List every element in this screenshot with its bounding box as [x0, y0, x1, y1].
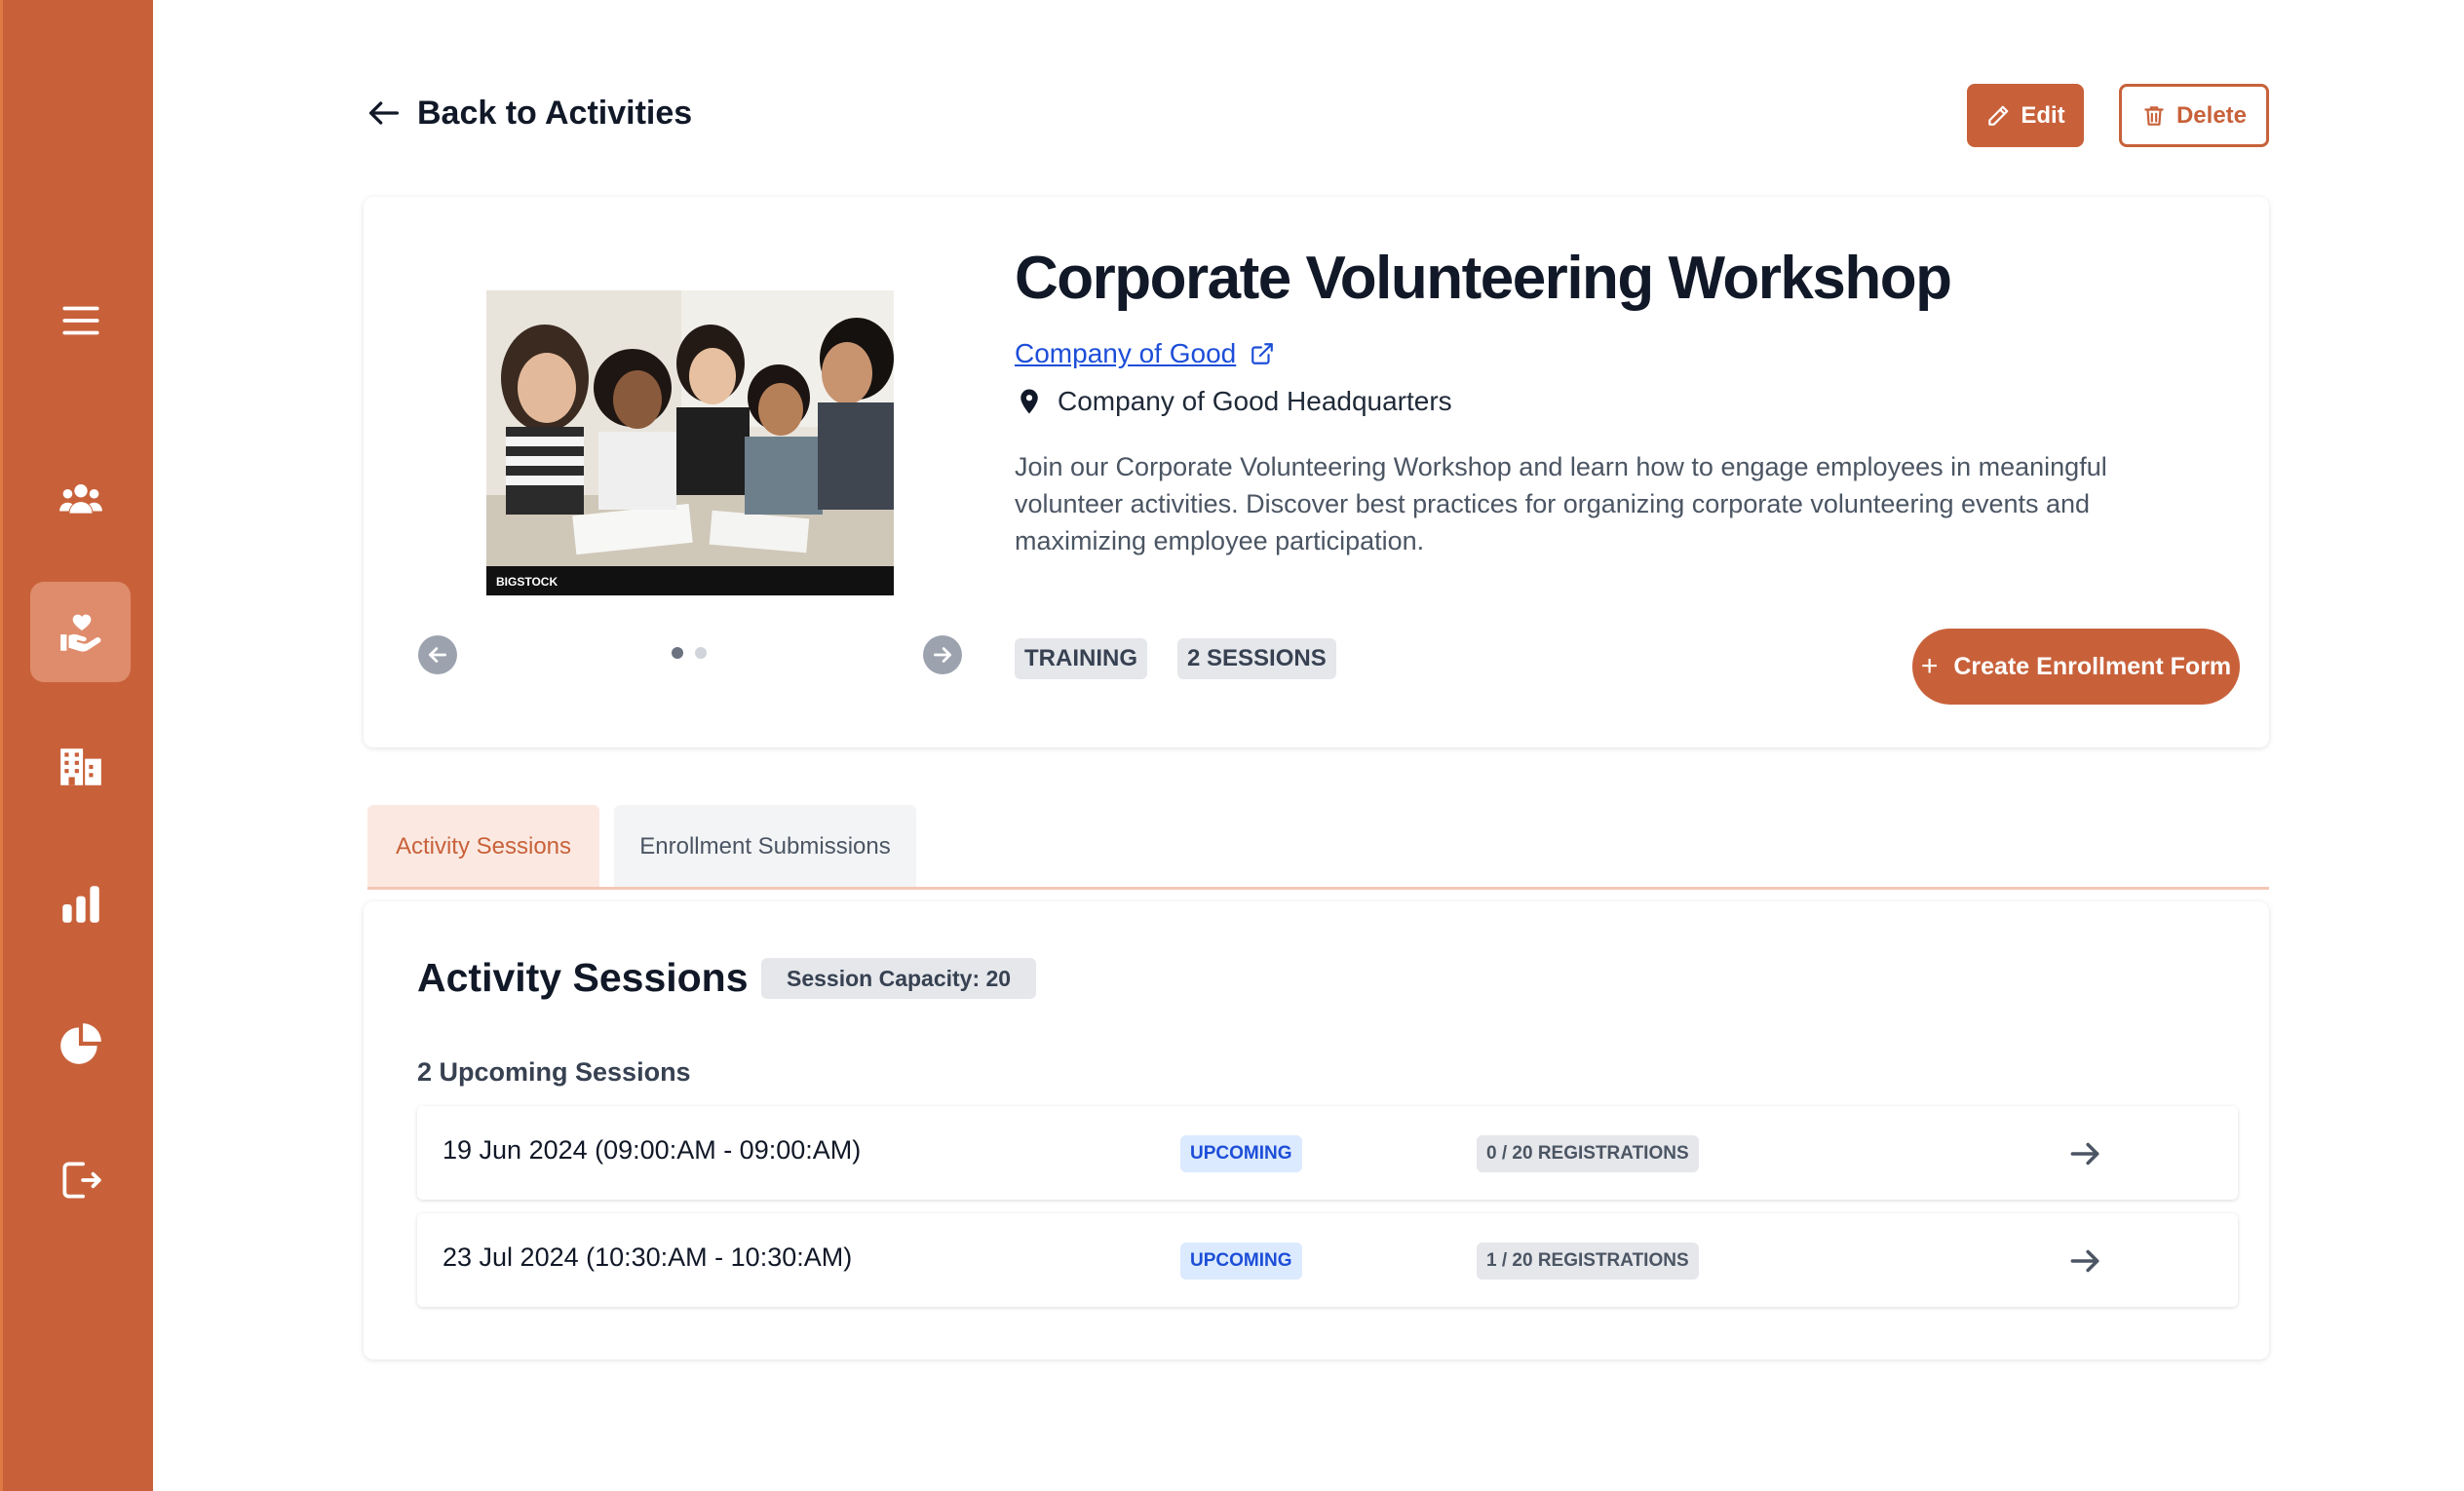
arrow-right-icon[interactable]	[2066, 1135, 2103, 1172]
activity-title: Corporate Volunteering Workshop	[1015, 245, 1952, 312]
external-link-icon[interactable]	[1250, 341, 1275, 366]
tab-activity-sessions[interactable]: Activity Sessions	[367, 805, 599, 888]
session-date: 19 Jun 2024 (09:00:AM - 09:00:AM)	[443, 1135, 862, 1165]
menu-icon[interactable]	[30, 270, 131, 370]
upcoming-sessions-count: 2 Upcoming Sessions	[417, 1057, 691, 1087]
tab-divider	[367, 887, 2269, 890]
activity-description: Join our Corporate Volunteering Workshop…	[1015, 452, 2107, 555]
carousel-dot[interactable]	[695, 647, 707, 659]
location-name: Company of Good Headquarters	[1058, 386, 1452, 416]
volunteer-hand-heart-icon[interactable]	[30, 582, 131, 682]
company-link[interactable]: Company of Good	[1015, 338, 1275, 369]
building-icon[interactable]	[30, 716, 131, 817]
sidebar	[0, 0, 153, 1491]
session-row[interactable]: 19 Jun 2024 (09:00:AM - 09:00:AM) UPCOMI…	[417, 1106, 2238, 1200]
carousel-prev-button[interactable]	[418, 635, 457, 674]
sessions-count-tag: 2 SESSIONS	[1177, 638, 1336, 679]
trash-icon	[2144, 105, 2164, 126]
edit-button-label: Edit	[2021, 101, 2065, 129]
users-icon[interactable]	[30, 448, 131, 549]
activity-photo: BIGSTOCK	[486, 290, 894, 595]
create-enrollment-form-label: Create Enrollment Form	[1953, 652, 2232, 680]
carousel-dot[interactable]	[672, 647, 683, 659]
back-link-label: Back to Activities	[417, 94, 693, 132]
arrow-left-icon	[429, 647, 446, 663]
back-to-activities-link[interactable]: Back to Activities	[365, 94, 692, 133]
delete-button[interactable]: Delete	[2119, 84, 2269, 147]
delete-button-label: Delete	[2175, 101, 2248, 129]
sessions-title: Activity Sessions	[417, 955, 749, 1000]
status-badge: UPCOMING	[1180, 1242, 1302, 1280]
carousel-next-button[interactable]	[923, 635, 962, 674]
map-pin-icon	[1020, 389, 1038, 414]
registrations-badge: 0 / 20 REGISTRATIONS	[1477, 1135, 1699, 1172]
pencil-icon	[1988, 105, 2009, 126]
photo-watermark: BIGSTOCK	[496, 575, 558, 589]
pie-chart-icon[interactable]	[30, 993, 131, 1093]
sessions-panel: Activity Sessions Session Capacity: 20 2…	[364, 901, 2269, 1359]
session-row[interactable]: 23 Jul 2024 (10:30:AM - 10:30:AM) UPCOMI…	[417, 1213, 2238, 1307]
carousel-dots	[672, 647, 707, 659]
bar-chart-icon[interactable]	[30, 854, 131, 954]
arrow-right-icon	[934, 647, 951, 663]
arrow-right-icon[interactable]	[2066, 1242, 2103, 1280]
tab-enrollment-submissions[interactable]: Enrollment Submissions	[614, 805, 916, 888]
activity-card: BIGSTOCK Corporate Volunteering Workshop…	[364, 197, 2269, 747]
session-capacity-badge: Session Capacity: 20	[761, 958, 1037, 999]
arrow-left-icon	[369, 101, 399, 125]
plus-icon: +	[1920, 650, 1939, 682]
status-badge: UPCOMING	[1180, 1135, 1302, 1172]
location: Company of Good Headquarters	[1015, 386, 1452, 417]
edit-button[interactable]: Edit	[1967, 84, 2084, 147]
registrations-badge: 1 / 20 REGISTRATIONS	[1477, 1242, 1699, 1280]
category-tag: TRAINING	[1015, 638, 1147, 679]
create-enrollment-form-button[interactable]: + Create Enrollment Form	[1912, 629, 2240, 705]
company-name[interactable]: Company of Good	[1015, 338, 1236, 369]
session-date: 23 Jul 2024 (10:30:AM - 10:30:AM)	[443, 1242, 853, 1272]
logout-icon[interactable]	[30, 1129, 131, 1230]
